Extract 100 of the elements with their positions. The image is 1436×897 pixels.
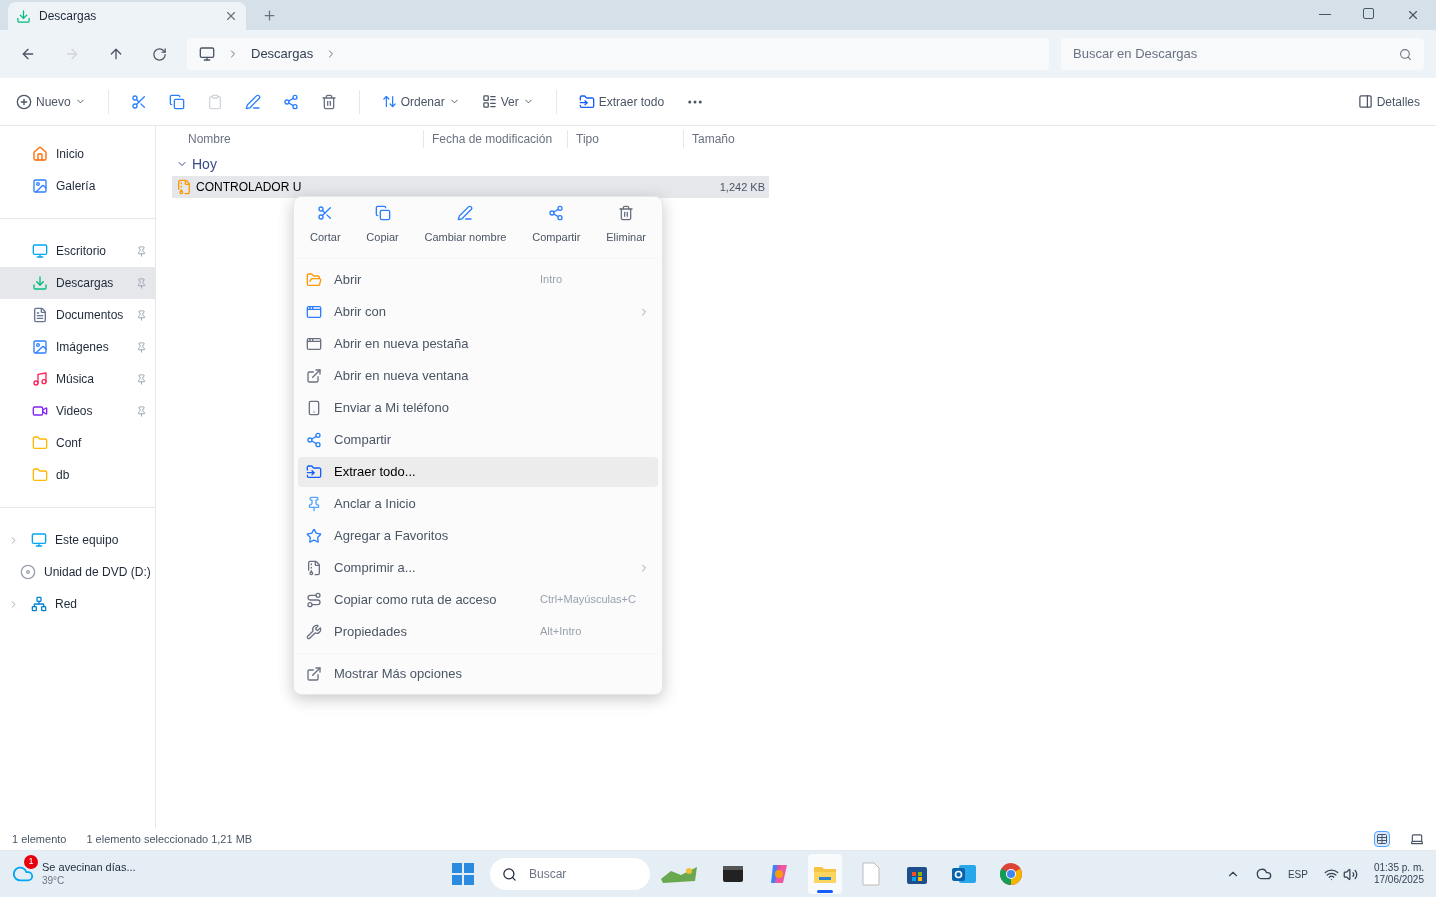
search-icon xyxy=(502,866,517,882)
copy-button[interactable] xyxy=(168,93,185,110)
language-indicator[interactable]: ESP xyxy=(1287,866,1308,882)
menu-item[interactable]: Enviar a Mi teléfono xyxy=(298,392,658,423)
mail-icon xyxy=(951,862,977,886)
monitor-icon xyxy=(199,46,215,62)
sidebar-item[interactable]: Unidad de DVD (D:) xyxy=(0,556,155,588)
file-row[interactable]: CONTROLADOR U 1,242 KB xyxy=(172,176,769,198)
network-volume-button[interactable] xyxy=(1323,866,1358,882)
network-icon xyxy=(31,596,47,612)
menu-action-button[interactable]: Copiar xyxy=(366,205,399,246)
share-icon xyxy=(548,205,565,221)
terminal-icon xyxy=(722,863,744,885)
sidebar-item[interactable]: Inicio xyxy=(0,138,155,170)
menu-item[interactable]: Propiedades Alt+Intro xyxy=(298,616,658,647)
notepad-icon xyxy=(861,862,881,886)
sidebar-item[interactable]: Galería xyxy=(0,170,155,202)
zip-folder-icon xyxy=(176,179,192,195)
menu-action-button[interactable]: Eliminar xyxy=(606,205,646,246)
file-name: CONTROLADOR U xyxy=(196,179,303,196)
column-header[interactable]: Tipo xyxy=(568,130,684,148)
sidebar-item[interactable]: Conf xyxy=(0,427,155,459)
new-button[interactable]: Nuevo xyxy=(16,92,86,111)
cloud-icon[interactable] xyxy=(1255,866,1272,882)
app-window-icon xyxy=(306,303,322,320)
rename-button[interactable] xyxy=(244,93,261,110)
start-button[interactable] xyxy=(452,863,474,885)
back-button[interactable] xyxy=(20,46,36,62)
extract-all-button[interactable]: Extraer todo xyxy=(578,92,665,111)
menu-item[interactable]: Mostrar Más opciones xyxy=(298,657,658,690)
shortcut-text: Ctrl+Mayúsculas+C xyxy=(540,592,637,608)
video-icon xyxy=(32,403,48,419)
view-button[interactable]: Ver xyxy=(481,92,534,111)
new-tab-button[interactable] xyxy=(262,8,277,23)
address-bar[interactable]: Descargas xyxy=(187,38,1049,70)
pin-icon xyxy=(306,495,322,512)
phone-icon xyxy=(306,399,322,416)
cut-button[interactable] xyxy=(130,93,147,110)
search-field[interactable]: Buscar en Descargas xyxy=(1061,38,1424,70)
sidebar-item[interactable]: db xyxy=(0,459,155,491)
sidebar-item[interactable]: Descargas xyxy=(0,267,155,299)
menu-item[interactable]: Comprimir a... xyxy=(298,552,658,583)
list-icon xyxy=(481,94,497,109)
close-tab-button[interactable] xyxy=(224,9,238,23)
group-header[interactable]: Hoy xyxy=(192,153,217,175)
details-button[interactable]: Detalles xyxy=(1357,92,1420,111)
status-text: 1 elemento xyxy=(12,831,67,847)
path-icon xyxy=(306,591,322,608)
sort-button[interactable]: Ordenar xyxy=(381,92,460,111)
breadcrumb[interactable]: Descargas xyxy=(251,44,314,64)
clock[interactable]: 01:35 p. m. 17/06/2025 xyxy=(1373,861,1424,887)
menu-item[interactable]: Abrir en nueva pestaña xyxy=(298,328,658,359)
disc-icon xyxy=(20,564,36,580)
monitor-icon xyxy=(31,532,47,548)
up-button[interactable] xyxy=(108,46,124,62)
menu-item[interactable]: Abrir Intro xyxy=(298,264,658,295)
menu-action-button[interactable]: Compartir xyxy=(532,205,581,246)
sidebar-item[interactable]: Documentos xyxy=(0,299,155,331)
menu-action-button[interactable]: Cambiar nombre xyxy=(424,205,507,246)
menu-item[interactable]: Compartir xyxy=(298,424,658,455)
taskbar-search-field[interactable]: Buscar xyxy=(490,858,650,890)
close-window-button[interactable] xyxy=(1406,8,1420,22)
menu-item[interactable]: Agregar a Favoritos xyxy=(298,520,658,551)
download-icon xyxy=(32,275,48,291)
details-view-button[interactable] xyxy=(1374,831,1390,847)
temperature-text: 39°C xyxy=(42,874,66,888)
star-icon xyxy=(306,527,322,544)
sidebar-item[interactable]: Música xyxy=(0,363,155,395)
volume-icon xyxy=(1342,866,1358,882)
sidebar-item[interactable]: Este equipo xyxy=(0,524,155,556)
network-icon xyxy=(1323,866,1339,882)
sidebar-item[interactable]: Videos xyxy=(0,395,155,427)
pin-icon xyxy=(136,341,147,353)
menu-item[interactable]: Abrir en nueva ventana xyxy=(298,360,658,391)
tiles-view-button[interactable] xyxy=(1410,832,1424,846)
menu-item[interactable]: Copiar como ruta de acceso Ctrl+Mayúsculas+C xyxy=(298,584,658,615)
sidebar-item[interactable]: Imágenes xyxy=(0,331,155,363)
pin-icon xyxy=(136,405,147,417)
delete-button[interactable] xyxy=(320,93,337,110)
menu-item[interactable]: Anclar a Inicio xyxy=(298,488,658,519)
refresh-button[interactable] xyxy=(152,46,167,62)
menu-action-button[interactable]: Cortar xyxy=(310,205,341,246)
folder-extract-icon xyxy=(306,463,322,480)
copy-icon xyxy=(374,205,391,221)
menu-item[interactable]: Abrir con xyxy=(298,296,658,327)
share-button[interactable] xyxy=(282,93,299,110)
cut-icon xyxy=(317,205,334,221)
plus-icon xyxy=(16,93,32,110)
column-header[interactable]: Tamaño xyxy=(684,130,764,148)
search-icon xyxy=(1399,47,1412,61)
sidebar-item[interactable]: Red xyxy=(0,588,155,620)
menu-item[interactable]: Extraer todo... xyxy=(298,456,658,487)
more-options-icon xyxy=(306,665,322,682)
sidebar-item[interactable]: Escritorio xyxy=(0,235,155,267)
trash-icon xyxy=(618,205,635,221)
column-header[interactable]: Fecha de modificación xyxy=(424,130,568,148)
column-header[interactable]: Nombre xyxy=(172,130,424,148)
panel-icon xyxy=(1357,94,1373,109)
tab[interactable]: Descargas xyxy=(8,2,246,30)
restore-button[interactable] xyxy=(1363,8,1374,19)
